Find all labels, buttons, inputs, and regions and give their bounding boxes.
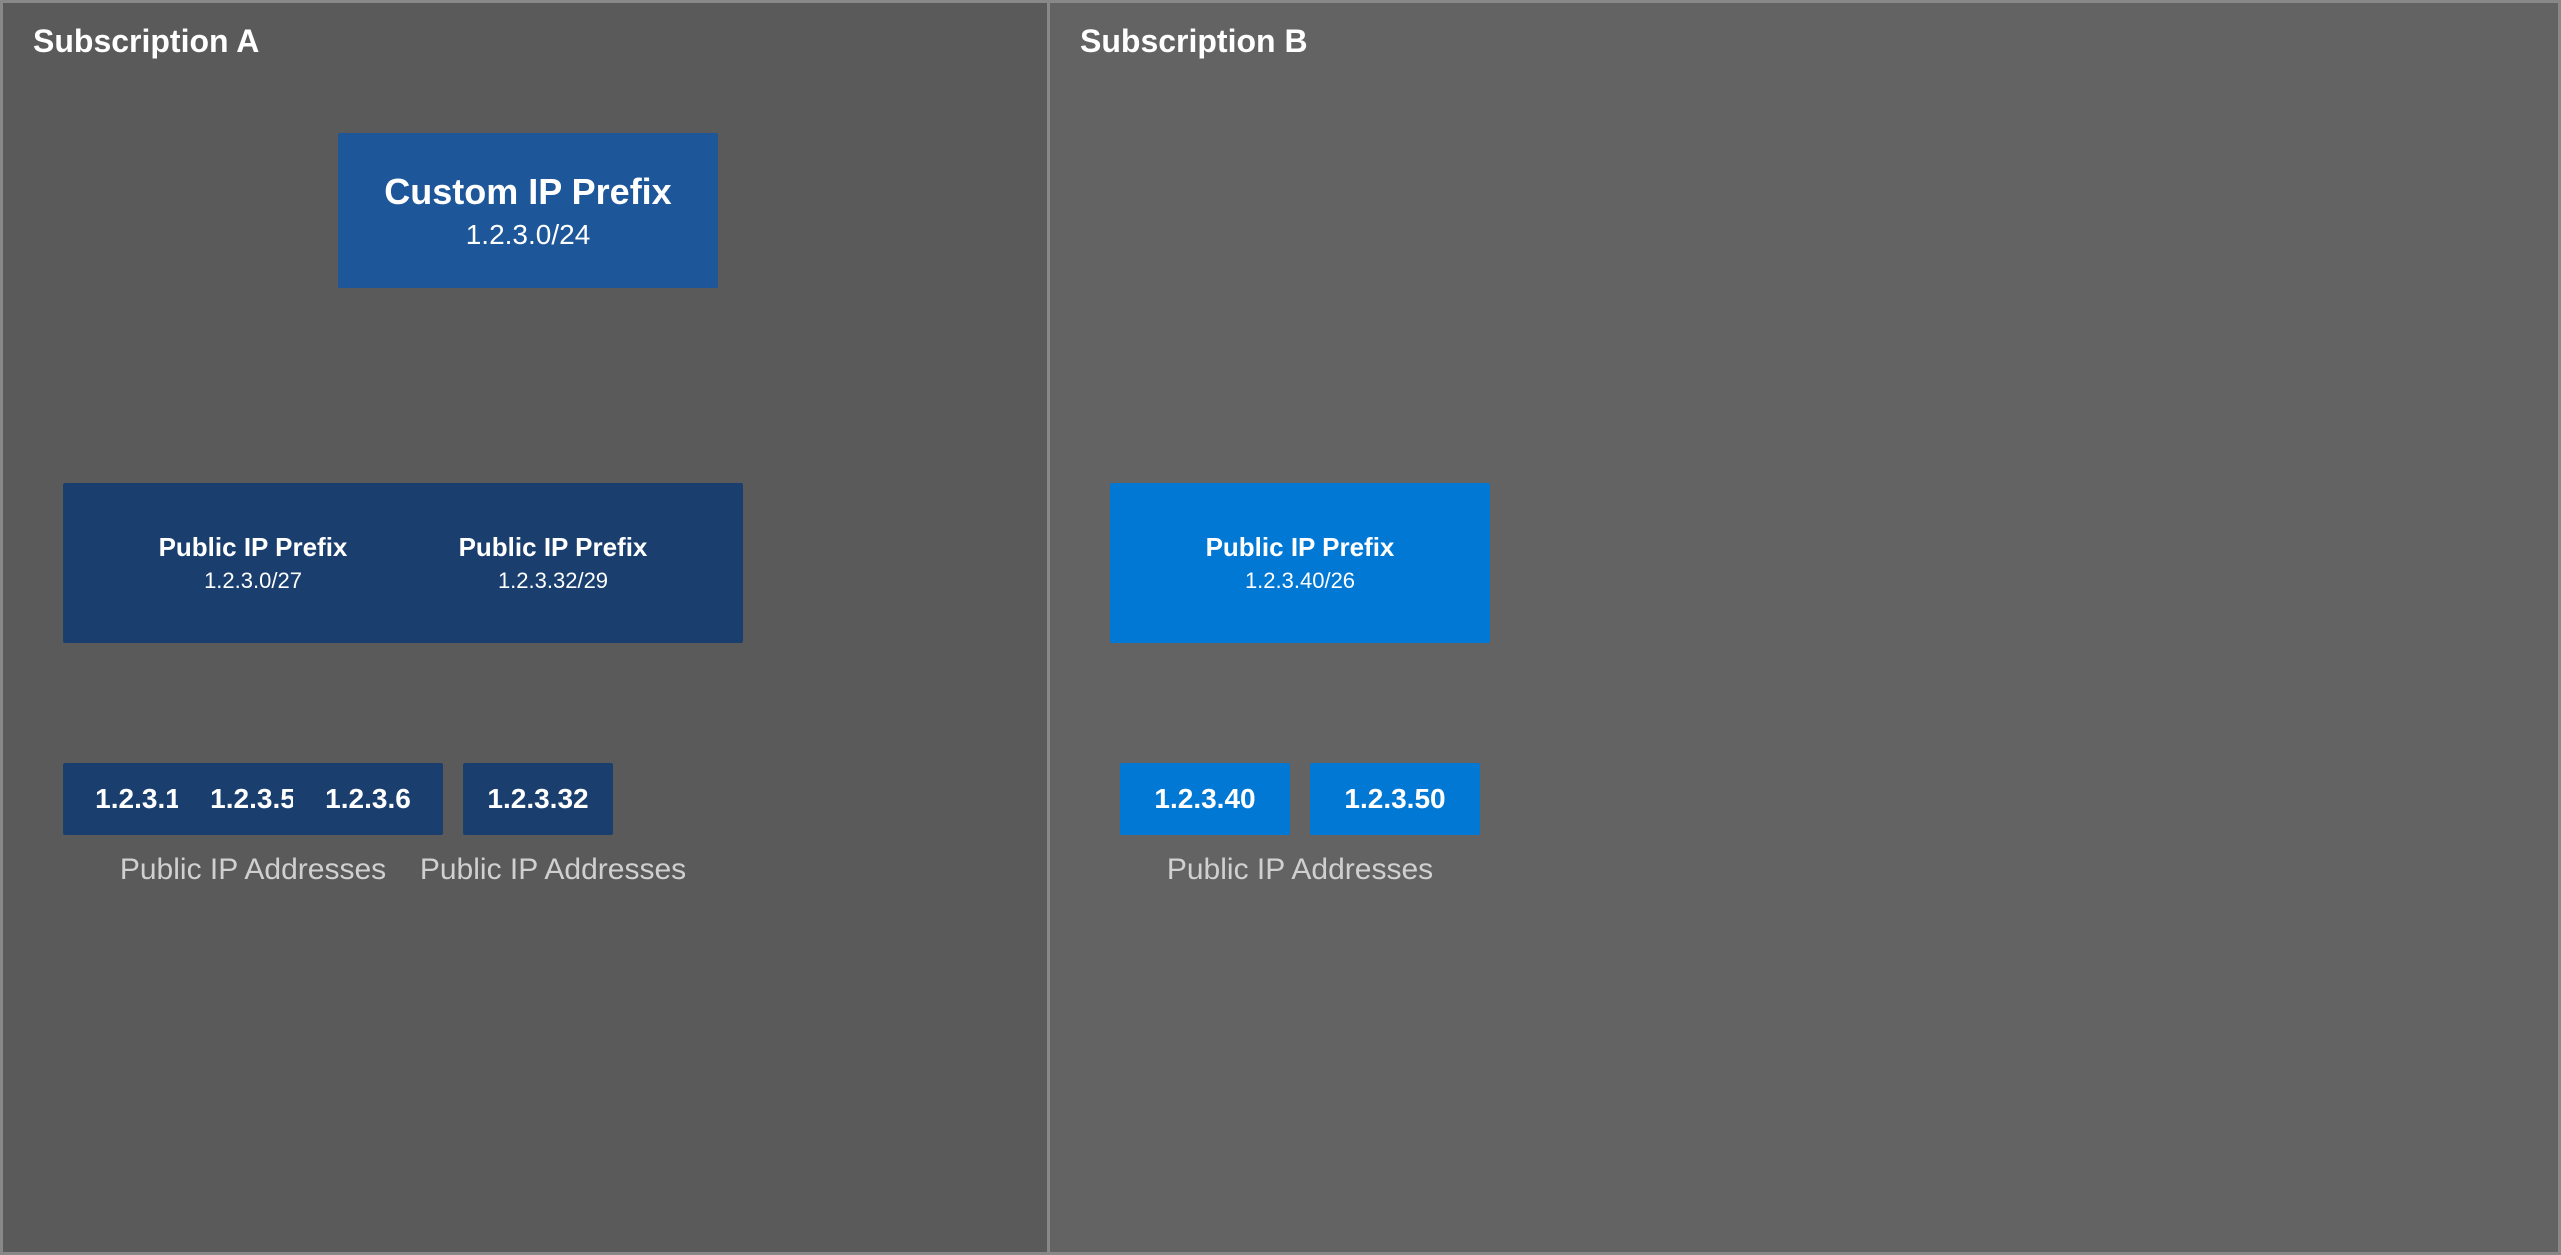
pip-left-subtitle: 1.2.3.0/27 [204, 568, 302, 594]
custom-ip-prefix-box: Custom IP Prefix 1.2.3.0/24 [338, 133, 718, 288]
pip-center-ip-label: Public IP Addresses [363, 853, 743, 887]
pip-center-subtitle: 1.2.3.32/29 [498, 568, 608, 594]
ip-addr-b-2: 1.2.3.50 [1310, 763, 1480, 835]
pip-center-title: Public IP Prefix [459, 532, 648, 563]
custom-ip-prefix-subtitle: 1.2.3.0/24 [466, 219, 591, 251]
ip-addr-3: 1.2.3.6 [293, 763, 443, 835]
pip-b-title: Public IP Prefix [1206, 532, 1395, 563]
pip-center-box: Public IP Prefix 1.2.3.32/29 [363, 483, 743, 643]
pip-left-title: Public IP Prefix [159, 532, 348, 563]
pip-b-subtitle: 1.2.3.40/26 [1245, 568, 1355, 594]
subscription-a-panel: Subscription A Custom IP Prefix 1.2.3.0/… [0, 0, 1050, 1255]
ip-addr-center: 1.2.3.32 [463, 763, 613, 835]
custom-ip-prefix-title: Custom IP Prefix [384, 170, 671, 213]
pip-b-box: Public IP Prefix 1.2.3.40/26 [1110, 483, 1490, 643]
ip-addr-b-1: 1.2.3.40 [1120, 763, 1290, 835]
main-container: Subscription A Custom IP Prefix 1.2.3.0/… [0, 0, 2561, 1255]
pip-b-ip-label: Public IP Addresses [1110, 853, 1490, 887]
subscription-b-panel: Subscription B Public IP Prefix 1.2.3.40… [1050, 0, 2561, 1255]
subscription-a-label: Subscription A [3, 3, 1047, 80]
subscription-b-label: Subscription B [1050, 3, 2558, 80]
